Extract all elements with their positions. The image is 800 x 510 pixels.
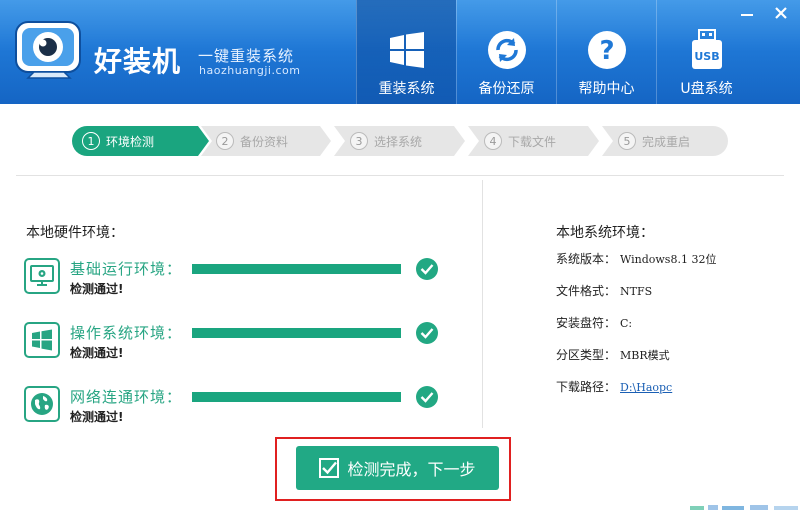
- check-name: 操作系统环境：: [70, 324, 183, 342]
- close-icon[interactable]: [772, 6, 790, 20]
- info-row-file-format: 文件格式： NTFS: [556, 282, 652, 299]
- check-row-os: 操作系统环境： 检测通过!: [24, 322, 444, 368]
- check-status: 检测通过!: [70, 282, 124, 296]
- refresh-icon: [487, 30, 527, 70]
- info-label: 文件格式：: [556, 284, 617, 298]
- brand-domain: haozhuangji.com: [199, 64, 301, 77]
- panel-divider: [482, 180, 483, 428]
- step-number: 3: [350, 132, 368, 150]
- nav-label-help: 帮助中心: [578, 81, 635, 97]
- download-path-link[interactable]: D:\Haopc: [620, 381, 672, 394]
- info-row-os-version: 系统版本： Windows8.1 32位: [556, 250, 716, 267]
- step-number: 2: [216, 132, 234, 150]
- content-divider: [16, 175, 784, 176]
- info-row-download-path: 下载路径： D:\Haopc: [556, 378, 672, 395]
- next-step-label: 检测完成，下一步: [347, 460, 476, 479]
- check-pass-icon: [416, 386, 438, 408]
- info-value: C:: [620, 317, 633, 330]
- header-bar: 好装机 一键重装系统 haozhuangji.com 重装系统 备份还原 ? 帮…: [0, 0, 800, 104]
- check-status: 检测通过!: [70, 346, 124, 360]
- check-pass-icon: [416, 322, 438, 344]
- nav-item-reinstall[interactable]: 重装系统: [356, 0, 456, 104]
- next-step-button[interactable]: 检测完成，下一步: [296, 446, 499, 490]
- step-label: 下载文件: [508, 134, 557, 149]
- help-icon: ?: [587, 30, 627, 70]
- check-row-network: 网络连通环境： 检测通过!: [24, 386, 444, 432]
- step-3: 3 选择系统: [340, 126, 422, 156]
- usb-icon: USB: [687, 29, 727, 70]
- info-row-partition-type: 分区类型： MBR模式: [556, 346, 670, 363]
- step-label: 完成重启: [642, 134, 691, 149]
- nav-label-reinstall: 重装系统: [378, 81, 435, 97]
- check-progress-bar: [192, 328, 401, 338]
- system-section-title: 本地系统环境：: [556, 225, 654, 241]
- watermark-fragment: [690, 505, 798, 510]
- globe-icon: [24, 386, 60, 422]
- check-pass-icon: [416, 258, 438, 280]
- info-label: 下载路径：: [556, 380, 617, 394]
- info-label: 安装盘符：: [556, 316, 617, 330]
- check-progress-bar: [192, 264, 401, 274]
- windows-logo-icon: [387, 30, 427, 70]
- brand-slogan: 一键重装系统: [198, 47, 295, 65]
- info-label: 分区类型：: [556, 348, 617, 362]
- nav-label-usb: U盘系统: [680, 81, 733, 97]
- step-4: 4 下载文件: [474, 126, 556, 156]
- step-number: 5: [618, 132, 636, 150]
- step-label: 环境检测: [106, 134, 155, 149]
- svg-text:USB: USB: [694, 50, 719, 63]
- checkbox-icon: [319, 458, 340, 478]
- nav-item-help[interactable]: ? 帮助中心: [556, 0, 656, 104]
- check-row-basic-runtime: 基础运行环境： 检测通过!: [24, 258, 444, 304]
- nav-item-backup[interactable]: 备份还原: [456, 0, 556, 104]
- monitor-gear-icon: [24, 258, 60, 294]
- step-number: 4: [484, 132, 502, 150]
- info-row-install-drive: 安装盘符： C:: [556, 314, 632, 331]
- info-value: NTFS: [620, 285, 653, 298]
- check-progress-bar: [192, 392, 401, 402]
- minimize-icon[interactable]: [738, 6, 756, 20]
- app-window: 好装机 一键重装系统 haozhuangji.com 重装系统 备份还原 ? 帮…: [0, 0, 800, 510]
- step-label: 备份资料: [240, 134, 289, 149]
- check-name: 网络连通环境：: [70, 388, 183, 406]
- brand-name: 好装机: [94, 45, 182, 78]
- nav-label-backup: 备份还原: [478, 81, 535, 97]
- step-number: 1: [82, 132, 100, 150]
- step-2: 2 备份资料: [206, 126, 288, 156]
- hardware-section-title: 本地硬件环境：: [26, 225, 124, 241]
- step-5: 5 完成重启: [608, 126, 690, 156]
- svg-text:?: ?: [599, 36, 614, 66]
- app-logo-icon: [15, 21, 81, 79]
- step-progress: 1 环境检测 2 备份资料 3 选择系统 4 下载文件 5 完成重启: [72, 126, 728, 156]
- info-label: 系统版本：: [556, 252, 617, 266]
- step-1: 1 环境检测: [72, 126, 154, 156]
- check-name: 基础运行环境：: [70, 260, 183, 278]
- info-value: MBR模式: [620, 349, 670, 362]
- step-label: 选择系统: [374, 134, 423, 149]
- windows-icon: [24, 322, 60, 358]
- check-status: 检测通过!: [70, 410, 124, 424]
- info-value: Windows8.1 32位: [620, 253, 717, 266]
- main-nav: 重装系统 备份还原 ? 帮助中心 USB U盘系统: [356, 0, 756, 104]
